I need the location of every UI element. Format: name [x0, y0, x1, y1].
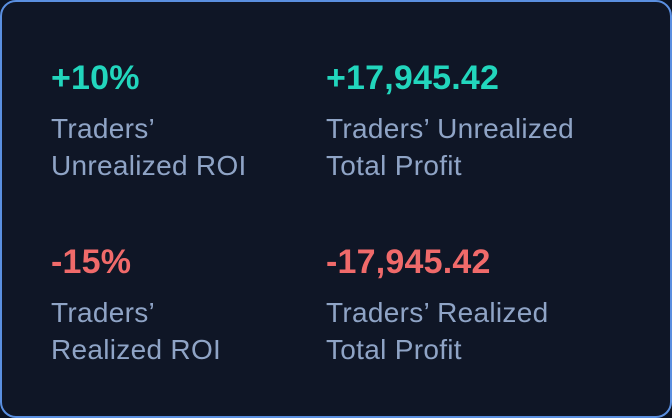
- realized-roi-label-line2: Realized ROI: [51, 334, 222, 365]
- unrealized-roi-stat: +10% Traders’ Unrealized ROI: [51, 58, 351, 184]
- unrealized-profit-stat: +17,945.42 Traders’ Unrealized Total Pro…: [326, 58, 626, 184]
- realized-profit-value: -17,945.42: [326, 243, 491, 281]
- unrealized-profit-value: +17,945.42: [326, 59, 500, 97]
- unrealized-profit-label-line2: Total Profit: [326, 150, 462, 181]
- realized-roi-value: -15%: [51, 243, 132, 281]
- realized-roi-label: Traders’ Realized ROI: [51, 294, 351, 368]
- realized-profit-label-line1: Traders’ Realized: [326, 297, 549, 328]
- unrealized-roi-label-line2: Unrealized ROI: [51, 150, 247, 181]
- traders-stats-card: +10% Traders’ Unrealized ROI +17,945.42 …: [0, 0, 672, 418]
- unrealized-roi-label: Traders’ Unrealized ROI: [51, 110, 351, 184]
- realized-roi-stat: -15% Traders’ Realized ROI: [51, 242, 351, 368]
- unrealized-roi-label-line1: Traders’: [51, 113, 156, 144]
- realized-roi-label-line1: Traders’: [51, 297, 156, 328]
- unrealized-roi-value: +10%: [51, 59, 140, 97]
- unrealized-profit-label-line1: Traders’ Unrealized: [326, 113, 574, 144]
- realized-profit-label-line2: Total Profit: [326, 334, 462, 365]
- realized-profit-label: Traders’ Realized Total Profit: [326, 294, 626, 368]
- unrealized-profit-label: Traders’ Unrealized Total Profit: [326, 110, 626, 184]
- realized-profit-stat: -17,945.42 Traders’ Realized Total Profi…: [326, 242, 626, 368]
